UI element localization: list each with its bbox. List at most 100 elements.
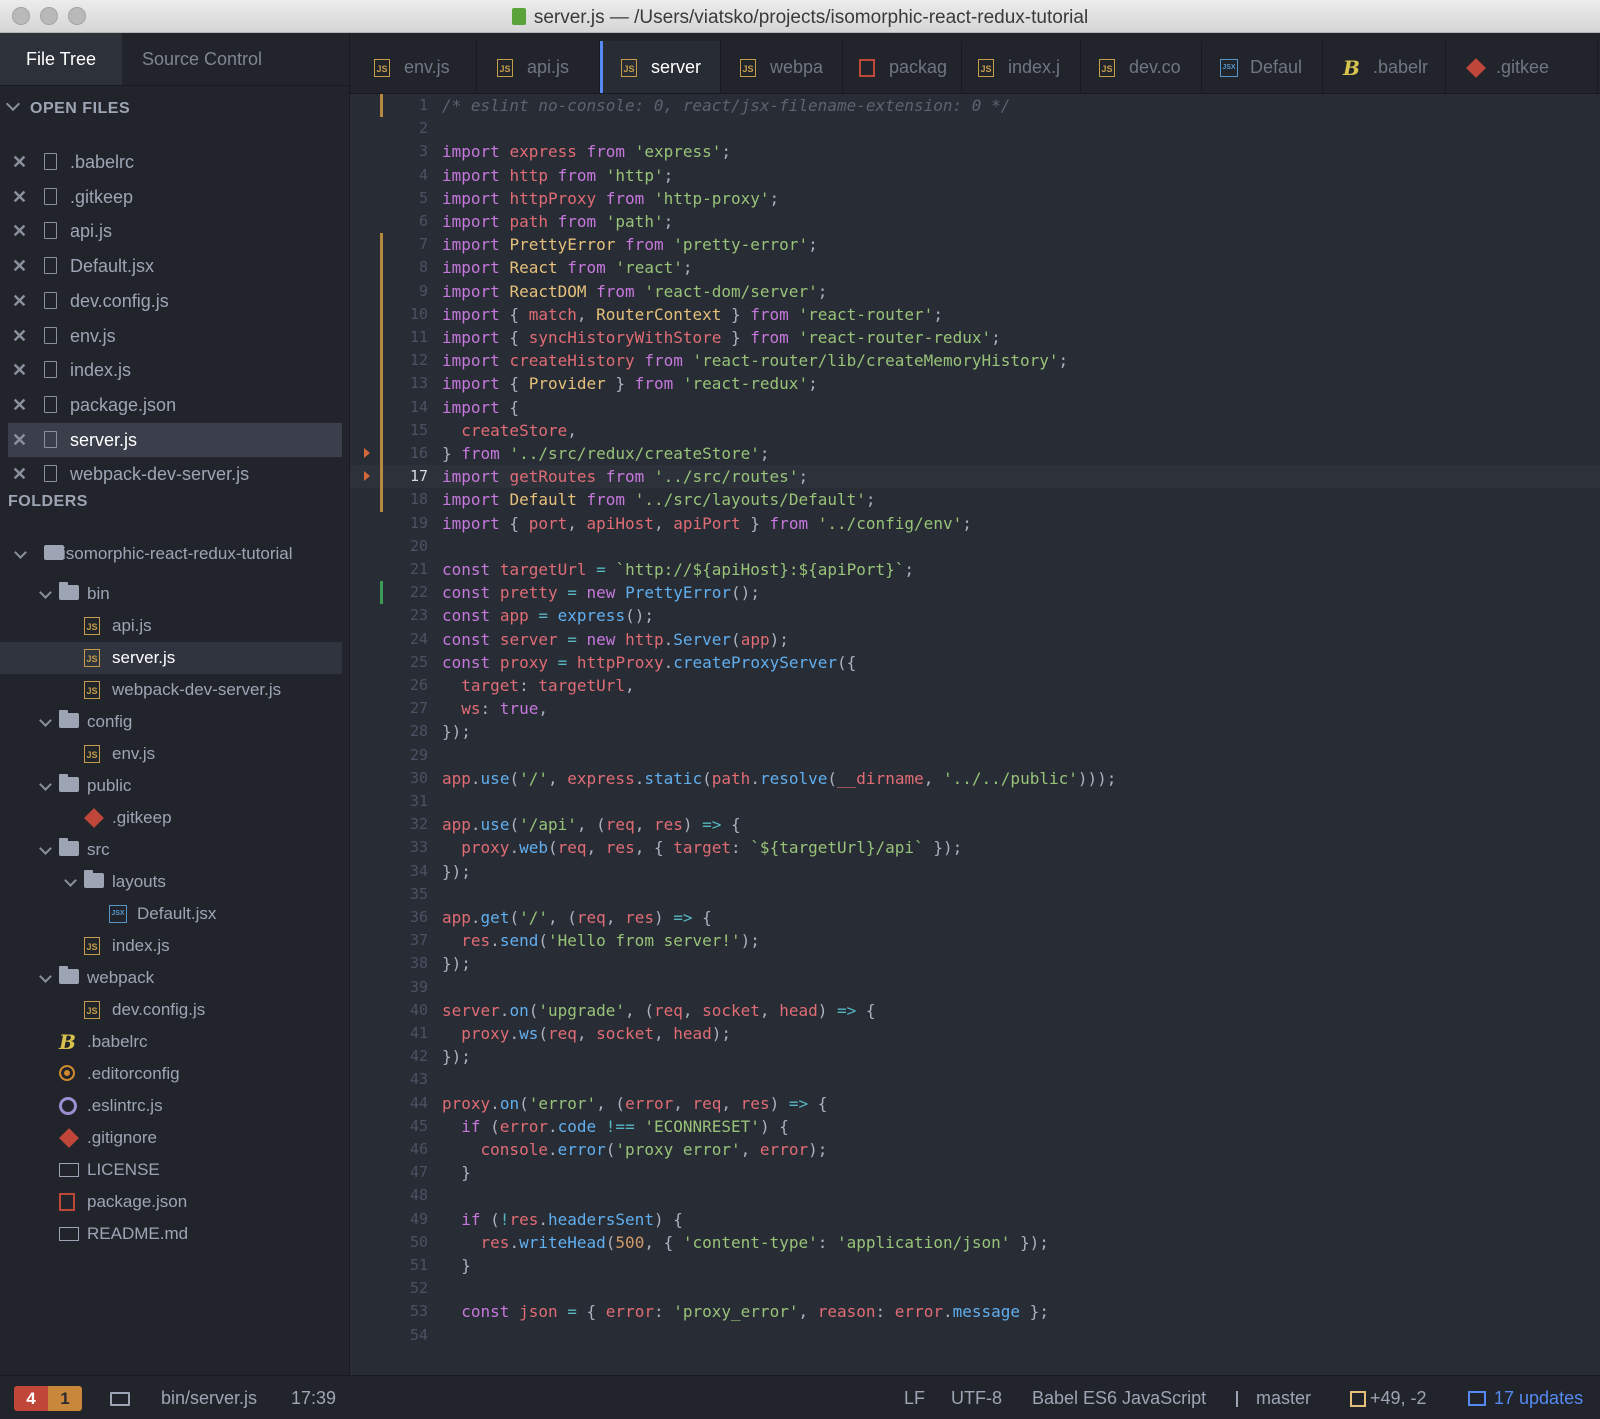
code-line[interactable]: 15 createStore, (350, 419, 1600, 442)
close-icon[interactable]: ✕ (12, 249, 27, 283)
code-line[interactable]: 12 import createHistory from 'react-route… (350, 349, 1600, 372)
status-line-ending[interactable]: LF (904, 1376, 925, 1419)
error-count-badge[interactable]: 4 (14, 1386, 48, 1411)
tree-file[interactable]: JSX Default.jsx (0, 898, 342, 930)
code-editor[interactable]: 1 /* eslint no-console: 0, react/jsx-file… (350, 94, 1600, 1375)
code-line[interactable]: 28}); (350, 720, 1600, 743)
warning-count-badge[interactable]: 1 (48, 1386, 82, 1411)
monitor-icon[interactable] (110, 1376, 130, 1419)
code-line[interactable]: 49 if (!res.headersSent) { (350, 1208, 1600, 1231)
open-file-item[interactable]: ✕ .babelrc (8, 145, 342, 179)
lint-marker-icon[interactable] (364, 448, 370, 458)
code-line[interactable]: 47 } (350, 1161, 1600, 1184)
code-line[interactable]: 25 const proxy = httpProxy.createProxySer… (350, 651, 1600, 674)
tree-folder[interactable]: isomorphic-react-redux-tutorial (0, 538, 342, 570)
editor-tab[interactable]: JS webpa (722, 41, 843, 93)
code-line[interactable]: 6 import path from 'path'; (350, 210, 1600, 233)
code-line[interactable]: 26 target: targetUrl, (350, 674, 1600, 697)
chevron-down-icon[interactable] (39, 586, 52, 599)
chevron-down-icon[interactable] (39, 778, 52, 791)
code-line[interactable]: 50 res.writeHead(500, { 'content-type': … (350, 1231, 1600, 1254)
code-line[interactable]: 3 import express from 'express'; (350, 140, 1600, 163)
tree-file[interactable]: .gitignore (0, 1122, 342, 1154)
tree-file[interactable]: LICENSE (0, 1154, 342, 1186)
editor-tab[interactable]: packag (841, 41, 962, 93)
open-files-heading[interactable]: OPEN FILES (5, 96, 130, 118)
code-line[interactable]: 4 import http from 'http'; (350, 164, 1600, 187)
code-line[interactable]: 51 } (350, 1254, 1600, 1277)
open-file-item[interactable]: ✕ index.js (8, 353, 342, 387)
open-file-item[interactable]: ✕ server.js (8, 422, 342, 457)
close-icon[interactable]: ✕ (12, 388, 27, 422)
close-icon[interactable]: ✕ (12, 423, 27, 457)
tree-file[interactable]: JS dev.config.js (0, 994, 342, 1026)
code-line[interactable]: 35 (350, 883, 1600, 906)
editor-tab[interactable]: JS index.j (960, 41, 1081, 93)
tree-file[interactable]: .gitkeep (0, 802, 342, 834)
editor-tab[interactable]: JS env.js (356, 41, 477, 93)
tree-folder[interactable]: webpack (0, 962, 342, 994)
code-line[interactable]: 37 res.send('Hello from server!'); (350, 929, 1600, 952)
open-file-item[interactable]: ✕ .gitkeep (8, 180, 342, 214)
close-icon[interactable]: ✕ (12, 214, 27, 248)
editor-tab[interactable]: B .babelr (1325, 41, 1446, 93)
open-file-item[interactable]: ✕ webpack-dev-server.js (8, 457, 342, 491)
lint-marker-icon[interactable] (364, 471, 370, 482)
status-encoding[interactable]: UTF-8 (951, 1376, 1002, 1419)
open-file-item[interactable]: ✕ api.js (8, 214, 342, 248)
code-line[interactable]: 17 import getRoutes from '../src/routes'; (350, 465, 1600, 489)
code-line[interactable]: 39 (350, 976, 1600, 999)
tree-folder[interactable]: bin (0, 578, 342, 610)
tree-file[interactable]: .editorconfig (0, 1058, 342, 1090)
tab-file-tree[interactable]: File Tree (0, 33, 122, 85)
tree-folder[interactable]: public (0, 770, 342, 802)
code-line[interactable]: 16} from '../src/redux/createStore'; (350, 442, 1600, 465)
code-line[interactable]: 54 (350, 1324, 1600, 1347)
code-line[interactable]: 36 app.get('/', (req, res) => { (350, 906, 1600, 929)
code-line[interactable]: 53 const json = { error: 'proxy_error', … (350, 1300, 1600, 1323)
code-line[interactable]: 22 const pretty = new PrettyError(); (350, 581, 1600, 604)
open-file-item[interactable]: ✕ package.json (8, 388, 342, 422)
code-line[interactable]: 52 (350, 1277, 1600, 1300)
code-line[interactable]: 23 const app = express(); (350, 604, 1600, 627)
code-line[interactable]: 38}); (350, 952, 1600, 975)
code-line[interactable]: 30 app.use('/', express.static(path.resol… (350, 767, 1600, 790)
code-line[interactable]: 21 const targetUrl = `http://${apiHost}:$… (350, 558, 1600, 581)
close-icon[interactable]: ✕ (12, 319, 27, 353)
tree-file[interactable]: README.md (0, 1218, 342, 1250)
open-file-item[interactable]: ✕ env.js (8, 319, 342, 353)
tree-folder[interactable]: config (0, 706, 342, 738)
code-line[interactable]: 33 proxy.web(req, res, { target: `${targ… (350, 836, 1600, 859)
status-branch[interactable]: master (1236, 1376, 1311, 1419)
code-line[interactable]: 44 proxy.on('error', (error, req, res) =>… (350, 1092, 1600, 1115)
tree-file[interactable]: JS index.js (0, 930, 342, 962)
status-file-path[interactable]: bin/server.js (161, 1376, 257, 1419)
code-line[interactable]: 5 import httpProxy from 'http-proxy'; (350, 187, 1600, 210)
chevron-down-icon[interactable] (14, 546, 27, 559)
editor-tab[interactable]: JS server (600, 41, 721, 93)
tree-file[interactable]: JS server.js (0, 642, 342, 674)
editor-tab[interactable]: JS dev.co (1081, 41, 1202, 93)
close-icon[interactable]: ✕ (12, 284, 27, 318)
chevron-down-icon[interactable] (39, 970, 52, 983)
chevron-down-icon[interactable] (64, 874, 77, 887)
editor-tab[interactable]: JS api.js (479, 41, 600, 93)
close-icon[interactable]: ✕ (12, 457, 27, 491)
chevron-down-icon[interactable] (39, 714, 52, 727)
tree-file[interactable]: .eslintrc.js (0, 1090, 342, 1122)
code-line[interactable]: 48 (350, 1184, 1600, 1207)
tree-file[interactable]: B .babelrc (0, 1026, 342, 1058)
code-line[interactable]: 24 const server = new http.Server(app); (350, 628, 1600, 651)
code-line[interactable]: 43 (350, 1068, 1600, 1091)
code-line[interactable]: 10 import { match, RouterContext } from '… (350, 303, 1600, 326)
code-line[interactable]: 45 if (error.code !== 'ECONNRESET') { (350, 1115, 1600, 1138)
tree-file[interactable]: JS env.js (0, 738, 342, 770)
open-file-item[interactable]: ✕ dev.config.js (8, 284, 342, 318)
code-line[interactable]: 1 /* eslint no-console: 0, react/jsx-file… (350, 94, 1600, 117)
tree-folder[interactable]: layouts (0, 866, 342, 898)
code-line[interactable]: 18 import Default from '../src/layouts/De… (350, 488, 1600, 511)
tab-source-control[interactable]: Source Control (142, 33, 262, 85)
close-icon[interactable]: ✕ (12, 353, 27, 387)
tree-file[interactable]: package.json (0, 1186, 342, 1218)
code-line[interactable]: 29 (350, 744, 1600, 767)
